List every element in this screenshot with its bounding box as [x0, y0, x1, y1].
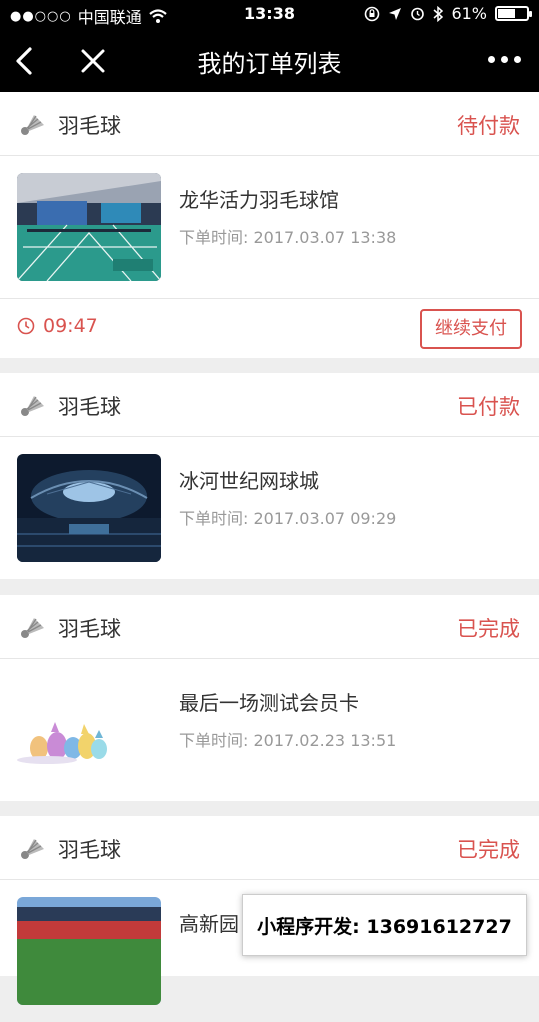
continue-payment-button[interactable]: 继续支付: [420, 309, 522, 349]
order-status: 已付款: [457, 395, 520, 419]
sport-name: 羽毛球: [58, 838, 121, 862]
battery-icon: [495, 6, 532, 21]
order-time-value: 2017.03.07 13:38: [253, 228, 397, 247]
more-dots-icon[interactable]: [488, 56, 521, 63]
venue-image-gym: [17, 173, 161, 281]
order-time: 下单时间: 2017.03.07 09:29: [179, 505, 396, 529]
order-card-header: 羽毛球 待付款: [0, 92, 539, 156]
alarm-icon: [411, 7, 425, 21]
order-card[interactable]: 羽毛球 已付款 冰河世纪网球城 下单时间: 2017.03.07 09:29: [0, 373, 539, 579]
order-time-value: 2017.02.23 13:51: [253, 731, 397, 750]
watermark-banner: 小程序开发: 13691612727: [242, 894, 527, 956]
order-status: 已完成: [457, 617, 520, 641]
page-title: 我的订单列表: [197, 50, 342, 78]
venue-image-stadium: [17, 454, 161, 562]
venue-name: 冰河世纪网球城: [179, 469, 319, 493]
shuttlecock-icon: [21, 396, 44, 416]
clock-icon: [17, 317, 35, 335]
order-status: 已完成: [457, 838, 520, 862]
sport-name: 羽毛球: [58, 114, 121, 138]
venue-name: 最后一场测试会员卡: [179, 691, 359, 715]
more-dot: [501, 56, 508, 63]
venue-image-cartoon: [17, 676, 161, 784]
shuttlecock-icon: [21, 618, 44, 638]
shuttlecock-icon: [21, 115, 44, 135]
status-bar: ●●○○○ 中国联通 13:38 61%: [0, 0, 539, 30]
order-time-label: 下单时间:: [179, 731, 249, 750]
order-card-header: 羽毛球 已付款: [0, 373, 539, 437]
order-time: 下单时间: 2017.03.07 13:38: [179, 224, 396, 248]
order-card-header: 羽毛球 已完成: [0, 816, 539, 880]
more-dot: [514, 56, 521, 63]
order-card[interactable]: 羽毛球 待付款 龙华活力羽毛球馆 下单时间: 2017.03.07 13:38 …: [0, 92, 539, 358]
shuttlecock-icon: [21, 839, 44, 859]
battery-percent: 61%: [451, 4, 487, 23]
order-time-label: 下单时间:: [179, 509, 249, 528]
order-time: 下单时间: 2017.02.23 13:51: [179, 727, 396, 751]
order-card-body[interactable]: 最后一场测试会员卡 下单时间: 2017.02.23 13:51: [0, 659, 539, 801]
order-time-label: 下单时间:: [179, 228, 249, 247]
venue-name: 龙华活力羽毛球馆: [179, 188, 339, 212]
order-card-body[interactable]: 龙华活力羽毛球馆 下单时间: 2017.03.07 13:38: [0, 156, 539, 298]
payment-countdown: 09:47: [17, 315, 98, 337]
order-status: 待付款: [457, 114, 520, 138]
order-card-header: 羽毛球 已完成: [0, 595, 539, 659]
venue-name: 高新园: [179, 912, 239, 936]
nav-bar: 我的订单列表: [0, 30, 539, 92]
lock-rotation-icon: [365, 6, 380, 21]
status-right: 61%: [364, 4, 532, 23]
venue-image-field: [17, 897, 161, 1005]
battery-fill: [498, 9, 516, 18]
countdown-value: 09:47: [43, 315, 98, 337]
order-card[interactable]: 羽毛球 已完成 最后一场测试会员卡 下单时间: 2017.02.23 13:51: [0, 595, 539, 801]
sport-name: 羽毛球: [58, 617, 121, 641]
order-card-body[interactable]: 冰河世纪网球城 下单时间: 2017.03.07 09:29: [0, 437, 539, 579]
order-time-value: 2017.03.07 09:29: [253, 509, 397, 528]
sport-name: 羽毛球: [58, 395, 121, 419]
order-card-footer: 09:47 继续支付: [0, 298, 539, 358]
location-arrow-icon: [389, 7, 402, 20]
bluetooth-icon: [433, 5, 444, 22]
more-dot: [488, 56, 495, 63]
